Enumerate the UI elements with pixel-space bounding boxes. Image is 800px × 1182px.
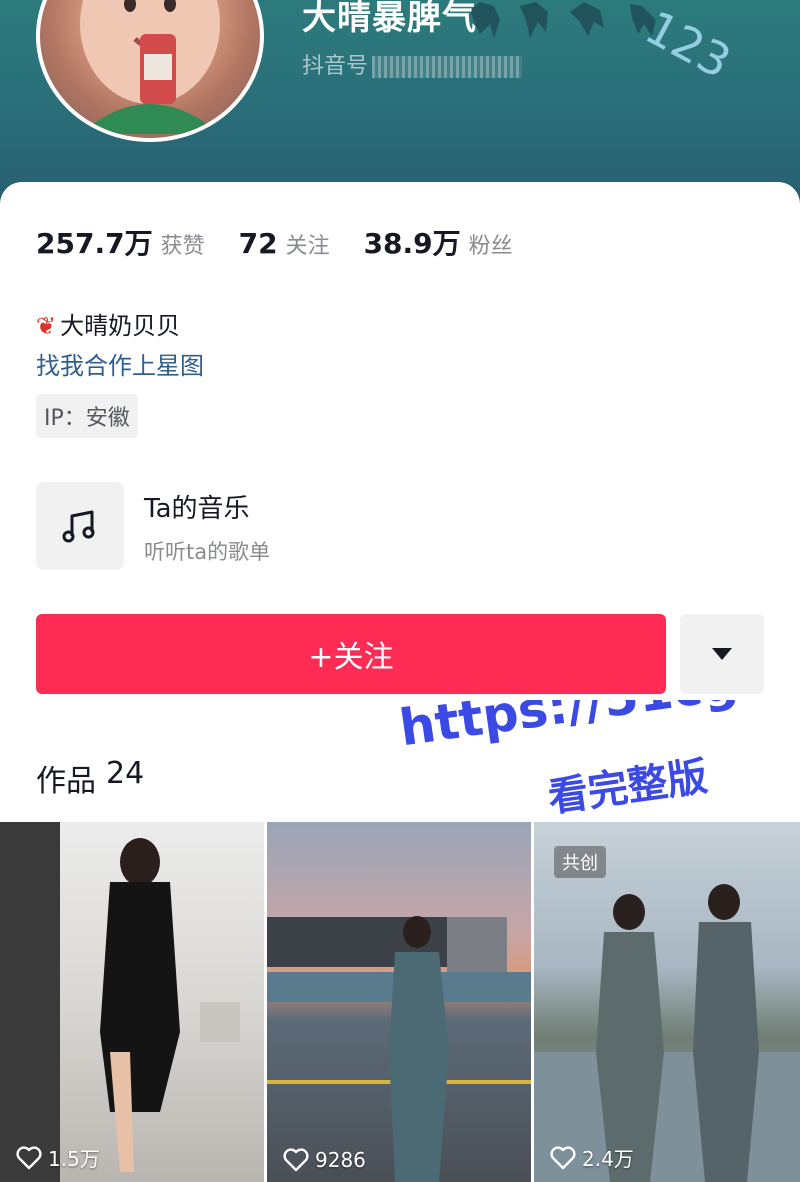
stat-followers-label: 粉丝	[468, 234, 513, 259]
bio-name-line: ❦ 大晴奶贝贝	[36, 306, 180, 341]
music-entry-title[interactable]: Ta的音乐	[144, 488, 250, 525]
like-count: 2.4万	[550, 1143, 634, 1172]
caret-down-icon	[712, 648, 732, 660]
heart-outline-icon	[16, 1145, 42, 1169]
profile-nickname: 大晴暴脾气	[302, 0, 477, 38]
stat-followers[interactable]: 38.9万 粉丝	[364, 222, 513, 262]
profile-stats: 257.7万 获赞 72 关注 38.9万 粉丝	[36, 222, 547, 262]
video-thumbnail-2[interactable]: 9286	[267, 822, 531, 1182]
scarf-icon: ❦	[36, 312, 57, 340]
works-label: 作品	[36, 764, 96, 799]
cocreate-tag: 共创	[554, 846, 606, 878]
video-thumbnail-1[interactable]: 1.5万	[0, 822, 264, 1182]
profile-card: 257.7万 获赞 72 关注 38.9万 粉丝 ❦ 大晴奶贝贝 找我合作上星图 …	[0, 182, 800, 1182]
heart-outline-icon	[283, 1148, 309, 1172]
stat-likes-label: 获赞	[160, 234, 205, 259]
stat-likes-value: 257.7万	[36, 227, 153, 260]
heart-outline-icon	[550, 1145, 576, 1169]
douyin-id: 抖音号	[302, 48, 523, 80]
like-count-value: 9286	[315, 1148, 366, 1172]
video-thumbnail-3[interactable]: 共创 2.4万	[534, 822, 800, 1182]
stat-likes[interactable]: 257.7万 获赞	[36, 222, 205, 262]
stat-following[interactable]: 72 关注	[239, 227, 330, 260]
thumbnail-2-image	[267, 916, 531, 1182]
bio-name-text: 大晴奶贝贝	[60, 312, 181, 340]
ip-location-tag: IP：安徽	[36, 394, 138, 438]
more-options-button[interactable]	[680, 614, 764, 694]
stat-followers-value: 38.9万	[363, 227, 461, 260]
douyin-id-label: 抖音号	[302, 54, 369, 79]
avatar-photo	[80, 0, 220, 134]
bio-cooperation-link[interactable]: 找我合作上星图	[36, 346, 204, 381]
thumbnail-1-image	[0, 822, 240, 1182]
music-note-icon	[62, 510, 95, 543]
stat-following-label: 关注	[285, 234, 330, 259]
stat-following-value: 72	[238, 227, 278, 260]
avatar[interactable]	[36, 0, 264, 142]
music-entry-icon-box[interactable]	[36, 482, 124, 570]
like-count: 1.5万	[16, 1143, 100, 1172]
works-grid: 1.5万 9286 共创 2.4万	[0, 822, 800, 1182]
like-count-value: 2.4万	[582, 1147, 634, 1171]
like-count: 9286	[283, 1148, 366, 1172]
follow-button[interactable]: +关注	[36, 614, 666, 694]
like-count-value: 1.5万	[48, 1147, 100, 1171]
douyin-id-masked-value	[372, 56, 523, 78]
works-tab-title[interactable]: 作品 24	[36, 756, 144, 800]
works-count: 24	[106, 756, 145, 791]
music-entry-subtitle: 听听ta的歌单	[144, 540, 271, 564]
